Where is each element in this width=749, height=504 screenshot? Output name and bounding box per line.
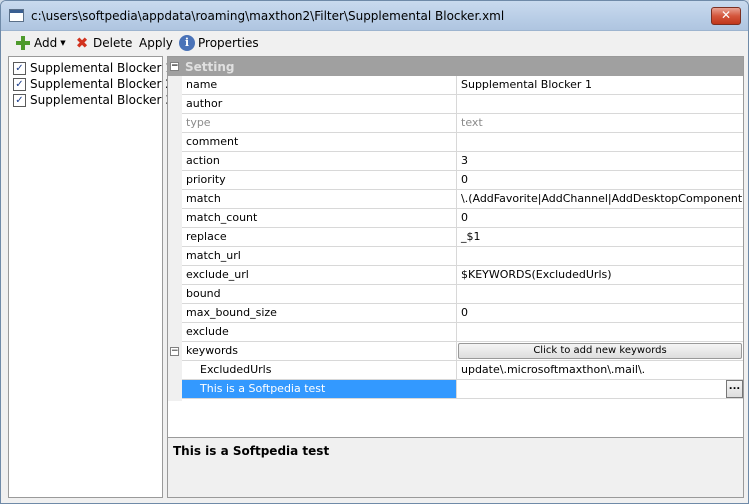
- property-value[interactable]: 0: [458, 304, 743, 322]
- property-value[interactable]: [458, 95, 743, 113]
- property-name: priority: [182, 171, 457, 189]
- property-row-author[interactable]: author: [182, 95, 743, 114]
- plus-icon: [15, 35, 31, 51]
- property-name: exclude_url: [182, 266, 457, 284]
- property-row-exclude[interactable]: exclude: [182, 323, 743, 342]
- setting-category-label: Setting: [185, 60, 235, 74]
- app-window-icon: [9, 9, 24, 22]
- keyword-value[interactable]: [458, 380, 743, 398]
- keywords-collapse-icon[interactable]: −: [170, 347, 179, 356]
- property-name: comment: [182, 133, 457, 151]
- property-grid: − Setting name Supplemental Blocker 1 au…: [168, 57, 743, 437]
- property-row-max-bound-size[interactable]: max_bound_size 0: [182, 304, 743, 323]
- property-name: name: [182, 76, 457, 94]
- property-row-type[interactable]: type text: [182, 114, 743, 133]
- ellipsis-button[interactable]: ...: [726, 380, 743, 398]
- property-row-keywords[interactable]: keywords Click to add new keywords: [182, 342, 743, 361]
- property-panel: − Setting name Supplemental Blocker 1 au…: [167, 56, 744, 498]
- keyword-row-selected[interactable]: This is a Softpedia test ...: [182, 380, 743, 399]
- keyword-name: ExcludedUrls: [182, 361, 457, 379]
- filter-list[interactable]: ✓ Supplemental Blocker 1 ✓ Supplemental …: [8, 56, 173, 498]
- property-name: max_bound_size: [182, 304, 457, 322]
- title-bar[interactable]: c:\users\softpedia\appdata\roaming\maxth…: [1, 1, 748, 31]
- property-row-action[interactable]: action 3: [182, 152, 743, 171]
- close-button[interactable]: ✕: [711, 7, 741, 25]
- property-name: match_count: [182, 209, 457, 227]
- filter-label: Supplemental Blocker 2: [30, 77, 173, 91]
- property-value[interactable]: [458, 247, 743, 265]
- property-value[interactable]: 0: [458, 209, 743, 227]
- property-name: action: [182, 152, 457, 170]
- keyword-row[interactable]: ExcludedUrls update\.microsoftmaxthon\.m…: [182, 361, 743, 380]
- info-icon: i: [179, 35, 195, 51]
- property-name: replace: [182, 228, 457, 246]
- apply-button-label: Apply: [139, 36, 173, 50]
- property-name: bound: [182, 285, 457, 303]
- property-name: keywords: [182, 342, 457, 360]
- property-value[interactable]: [458, 285, 743, 303]
- property-row-replace[interactable]: replace _$1: [182, 228, 743, 247]
- property-value[interactable]: $KEYWORDS(ExcludedUrls): [458, 266, 743, 284]
- setting-category-header[interactable]: − Setting: [168, 57, 743, 76]
- properties-button[interactable]: i Properties: [179, 33, 259, 53]
- property-value[interactable]: 3: [458, 152, 743, 170]
- property-row-bound[interactable]: bound: [182, 285, 743, 304]
- toolbar: Add ▼ ✖ Delete Apply i Properties: [1, 31, 748, 55]
- property-name: author: [182, 95, 457, 113]
- property-value[interactable]: \.(AddFavorite|AddChannel|AddDesktopComp…: [458, 190, 743, 208]
- property-value[interactable]: Supplemental Blocker 1: [458, 76, 743, 94]
- property-row-exclude-url[interactable]: exclude_url $KEYWORDS(ExcludedUrls): [182, 266, 743, 285]
- description-text: This is a Softpedia test: [173, 444, 330, 458]
- add-keywords-button[interactable]: Click to add new keywords: [458, 343, 742, 359]
- collapse-icon[interactable]: −: [170, 62, 179, 71]
- property-row-match[interactable]: match \.(AddFavorite|AddChannel|AddDeskt…: [182, 190, 743, 209]
- filter-checkbox[interactable]: ✓: [13, 93, 26, 107]
- filter-list-item[interactable]: ✓ Supplemental Blocker 1: [13, 60, 173, 76]
- property-row-name[interactable]: name Supplemental Blocker 1: [182, 76, 743, 95]
- keyword-name: This is a Softpedia test: [182, 380, 457, 398]
- property-row-match-count[interactable]: match_count 0: [182, 209, 743, 228]
- window-title: c:\users\softpedia\appdata\roaming\maxth…: [31, 9, 505, 23]
- filter-checkbox[interactable]: ✓: [13, 77, 26, 91]
- property-value: text: [461, 116, 483, 129]
- dropdown-arrow-icon: ▼: [60, 39, 66, 47]
- property-value[interactable]: [458, 323, 743, 341]
- property-name: exclude: [182, 323, 457, 341]
- add-button[interactable]: Add ▼: [15, 33, 66, 53]
- property-name: match_url: [182, 247, 457, 265]
- properties-button-label: Properties: [198, 36, 259, 50]
- apply-button[interactable]: Apply: [139, 33, 173, 53]
- property-row-priority[interactable]: priority 0: [182, 171, 743, 190]
- filter-list-item[interactable]: ✓ Supplemental Blocker 2: [13, 76, 173, 92]
- filter-checkbox[interactable]: ✓: [13, 61, 26, 75]
- property-value[interactable]: 0: [458, 171, 743, 189]
- description-panel: This is a Softpedia test: [168, 437, 743, 497]
- property-name: match: [182, 190, 457, 208]
- property-value[interactable]: [458, 133, 743, 151]
- property-value[interactable]: _$1: [458, 228, 743, 246]
- property-row-comment[interactable]: comment: [182, 133, 743, 152]
- delete-button-label: Delete: [93, 36, 133, 50]
- keyword-value[interactable]: update\.microsoftmaxthon\.mail\.: [458, 361, 743, 379]
- delete-x-icon: ✖: [75, 34, 89, 52]
- property-row-match-url[interactable]: match_url: [182, 247, 743, 266]
- filter-label: Supplemental Blocker 3: [30, 93, 173, 107]
- main-window: c:\users\softpedia\appdata\roaming\maxth…: [0, 0, 749, 504]
- property-name: type: [182, 114, 457, 132]
- delete-button[interactable]: ✖ Delete: [74, 33, 133, 53]
- filter-list-item[interactable]: ✓ Supplemental Blocker 3: [13, 92, 173, 108]
- filter-label: Supplemental Blocker 1: [30, 61, 173, 75]
- add-button-label: Add: [34, 36, 58, 50]
